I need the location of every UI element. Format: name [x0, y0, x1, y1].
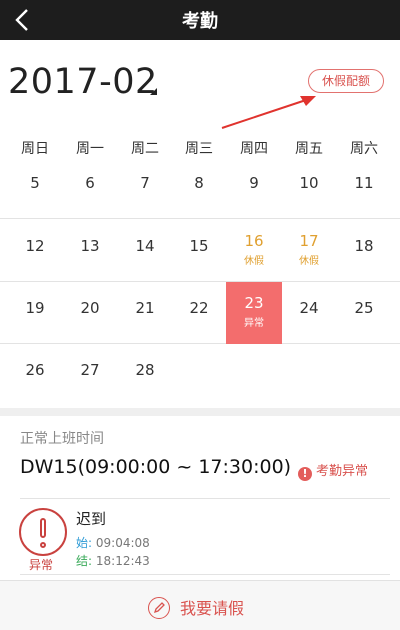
shift-time: DW15(09:00:00 ~ 17:30:00)	[20, 456, 292, 478]
day-number: 22	[189, 299, 209, 317]
calendar-week-row: 19 20 21 22 23 异常 24 25	[0, 282, 400, 344]
day-number: 17	[299, 232, 319, 250]
weekday-label: 周一	[76, 141, 104, 157]
end-key: 结:	[76, 554, 93, 568]
divider-line	[20, 498, 390, 499]
calendar-week-row: 5 6 7 8 9 10 11	[0, 157, 400, 219]
stamp-label: 异常	[26, 556, 57, 573]
weekday-label: 周六	[350, 141, 378, 157]
stamp-exclamation-bar	[40, 518, 46, 538]
calendar-day[interactable]: 6	[62, 157, 118, 219]
stamp-exclamation-dot	[40, 542, 46, 548]
start-time: 09:04:08	[95, 536, 150, 550]
calendar-day[interactable]: 28	[117, 344, 173, 406]
day-number: 10	[299, 174, 319, 192]
weekday-label: 周日	[21, 141, 49, 157]
calendar-day[interactable]: 5	[7, 157, 63, 219]
calendar-day[interactable]: 21	[117, 282, 173, 344]
start-key: 始:	[76, 536, 93, 550]
exclamation-icon: !	[298, 467, 312, 481]
day-status: 休假	[299, 256, 319, 267]
attendance-abnormal-tag[interactable]: ! 考勤异常	[298, 460, 368, 481]
day-number: 21	[135, 299, 155, 317]
record-title: 迟到	[76, 510, 107, 528]
calendar-day[interactable]: 7	[117, 157, 173, 219]
calendar-day[interactable]: 27	[62, 344, 118, 406]
day-number: 14	[135, 237, 155, 255]
calendar-day[interactable]: 15	[171, 220, 227, 282]
red-arrow-annotation	[221, 96, 316, 129]
day-number: 9	[249, 174, 259, 192]
abnormal-stamp-icon	[19, 508, 67, 556]
calendar-day[interactable]: 14	[117, 220, 173, 282]
day-number: 27	[80, 361, 100, 379]
calendar-day[interactable]: 13	[62, 220, 118, 282]
request-leave-button[interactable]: 我要请假	[148, 595, 244, 619]
divider-line	[20, 574, 390, 575]
calendar-day[interactable]: 26	[7, 344, 63, 406]
calendar-day[interactable]: 20	[62, 282, 118, 344]
weekday-label: 周三	[185, 141, 213, 157]
day-number: 12	[25, 237, 45, 255]
weekday-label: 周四	[240, 141, 268, 157]
calendar-day[interactable]: 11	[336, 157, 392, 219]
calendar-day[interactable]: 8	[171, 157, 227, 219]
day-number: 28	[135, 361, 155, 379]
end-time: 18:12:43	[95, 554, 150, 568]
calendar-day[interactable]: 9	[226, 157, 282, 219]
day-number: 26	[25, 361, 45, 379]
day-number: 25	[354, 299, 374, 317]
day-number: 19	[25, 299, 45, 317]
day-number: 13	[80, 237, 100, 255]
day-number: 18	[354, 237, 374, 255]
calendar-day[interactable]: 24	[281, 282, 337, 344]
calendar-day[interactable]: 18	[336, 220, 392, 282]
start-time-line: 始: 09:04:08	[76, 534, 150, 551]
day-number: 7	[140, 174, 150, 192]
day-number: 5	[30, 174, 40, 192]
calendar-day[interactable]: 10	[281, 157, 337, 219]
day-number: 15	[189, 237, 209, 255]
bottom-bar: 我要请假	[0, 580, 400, 630]
calendar-day[interactable]: 25	[336, 282, 392, 344]
day-number: 16	[244, 232, 264, 250]
day-status: 休假	[244, 256, 264, 267]
day-status: 异常	[244, 318, 264, 329]
day-number: 23	[244, 294, 264, 312]
calendar-day[interactable]: 19	[7, 282, 63, 344]
calendar-day[interactable]: 17 休假	[281, 220, 337, 282]
day-number: 20	[80, 299, 100, 317]
pencil-icon	[148, 597, 170, 619]
calendar-day[interactable]: 16 休假	[226, 220, 282, 282]
section-divider	[0, 408, 400, 416]
end-time-line: 结: 18:12:43	[76, 552, 150, 569]
day-number: 8	[194, 174, 204, 192]
day-number: 24	[299, 299, 319, 317]
abnormal-label: 考勤异常	[316, 464, 369, 479]
day-number: 11	[354, 174, 374, 192]
weekday-label: 周二	[131, 141, 159, 157]
request-leave-label: 我要请假	[180, 599, 245, 618]
weekday-label: 周五	[295, 141, 323, 157]
calendar-week-row: 12 13 14 15 16 休假 17 休假 18	[0, 220, 400, 282]
calendar-week-row: 26 27 28	[0, 344, 400, 406]
calendar-day[interactable]: 23 异常	[226, 282, 282, 344]
calendar-day[interactable]: 12	[7, 220, 63, 282]
section-label: 正常上班时间	[20, 431, 104, 447]
day-number: 6	[85, 174, 95, 192]
calendar-day[interactable]: 22	[171, 282, 227, 344]
